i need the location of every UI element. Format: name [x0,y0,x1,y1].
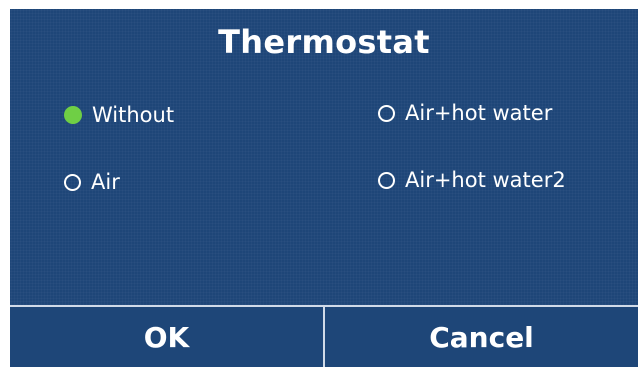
cancel-button[interactable]: Cancel [325,307,638,367]
thermostat-dialog: Thermostat Without Air Air+hot water Air… [10,9,638,367]
option-without[interactable]: Without [64,103,174,127]
option-air-hot-water2[interactable]: Air+hot water2 [378,168,566,192]
ok-button[interactable]: OK [10,307,323,367]
radio-unchecked-icon[interactable] [64,173,81,191]
option-air-hot-water[interactable]: Air+hot water [378,101,552,125]
option-label: Without [92,103,175,127]
radio-unchecked-icon[interactable] [378,104,395,122]
option-air[interactable]: Air [64,170,120,194]
footer-bar: OK Cancel [10,305,638,367]
option-label: Air [91,170,120,194]
option-label: Air+hot water [405,101,553,125]
radio-unchecked-icon[interactable] [378,171,395,189]
page-title: Thermostat [218,23,430,61]
radio-checked-icon[interactable] [64,106,82,124]
option-label: Air+hot water2 [405,168,566,192]
